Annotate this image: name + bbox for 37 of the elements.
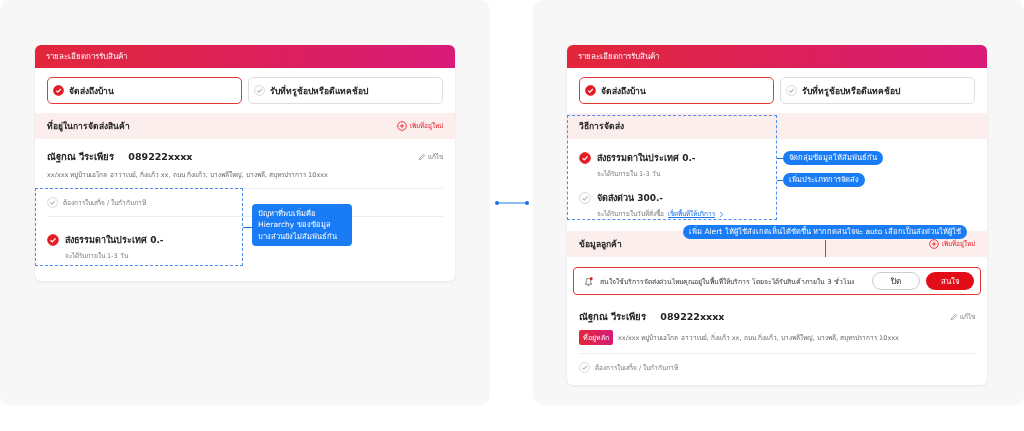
check-icon [585,85,596,96]
interested-button[interactable]: สนใจ [926,272,974,290]
delivery-option[interactable]: รับที่ทรูช้อปหรือดีแทคช้อป [780,77,975,104]
customer-name: ณัฐกณ วีระเพียร [579,310,647,324]
radio-check-icon[interactable] [579,152,591,164]
delivery-option[interactable]: จัดส่งถึงบ้าน [47,77,242,104]
delivery-option[interactable]: จัดส่งถึงบ้าน [579,77,774,104]
arrow-icon [493,198,530,207]
phone-number: 089222xxxx [128,151,193,162]
plus-icon [929,239,939,249]
check-icon [254,85,265,96]
section-title: ข้อมูลลูกค้า [579,238,622,251]
pencil-icon [418,152,426,161]
shipping-title: ส่งธรรมดาในประเทศ 0.- [597,152,696,165]
section-title: ที่อยู่ในการจัดส่งสินค้า [47,119,130,133]
section-title: วิธีการจัดส่ง [579,120,624,133]
check-icon [579,362,590,373]
close-button[interactable]: ปิด [872,272,920,290]
leader-line [777,180,783,181]
check-icon [47,197,58,208]
card-title: รายละเอียดการรับสินค้า [35,45,455,68]
shipping-title: จัดส่งด่วน 300.- [597,192,664,205]
bell-icon [583,275,594,287]
card-title: รายละเอียดการรับสินค้า [567,45,987,68]
radio-check-icon[interactable] [47,234,59,246]
leader-line [825,240,826,257]
customer-name: ณัฐกณ วีระเพียร [47,150,115,164]
leader-line [777,158,783,159]
pencil-icon [950,312,958,321]
shipping-title: ส่งธรรมดาในประเทศ 0.- [65,234,164,247]
chevron-icon [719,210,724,218]
delivery-option[interactable]: รับที่ทรูช้อปหรือดีแทคช้อป [248,77,443,104]
check-icon [53,85,64,96]
phone-number: 089222xxxx [660,311,725,322]
check-icon [786,85,797,96]
leader-line [243,227,252,228]
plus-icon [397,121,407,131]
